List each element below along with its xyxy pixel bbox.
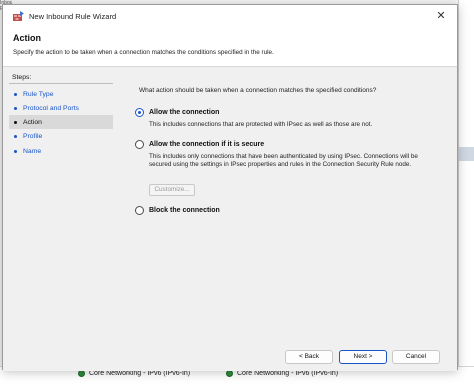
- steps-divider: [9, 83, 113, 84]
- allow-connection-radio[interactable]: [135, 108, 144, 117]
- enabled-check-icon: [78, 370, 85, 377]
- steps-panel: Steps: Rule Type Protocol and Ports Acti…: [3, 67, 115, 371]
- wizard-body: Steps: Rule Type Protocol and Ports Acti…: [3, 67, 457, 371]
- step-rule-type[interactable]: Rule Type: [9, 87, 113, 101]
- next-button[interactable]: Next >: [339, 350, 387, 364]
- steps-title: Steps:: [12, 74, 32, 81]
- allow-secure-connection-radio[interactable]: [135, 140, 144, 149]
- step-protocol-and-ports[interactable]: Protocol and Ports: [9, 101, 113, 115]
- page-title: Action: [13, 33, 41, 43]
- background-rule-label: Core Networking - IPv6 (IPv6-In): [237, 370, 339, 377]
- background-rule-label: Core Networking - IPv6 (IPv6-In): [89, 370, 191, 377]
- background-rule-row: Core Networking - IPv6 (IPv6-In): [226, 370, 338, 377]
- cancel-button[interactable]: Cancel: [392, 350, 440, 364]
- step-label: Protocol and Ports: [23, 104, 79, 112]
- close-button[interactable]: ✕: [435, 10, 447, 22]
- action-question: What action should be taken when a conne…: [139, 87, 377, 94]
- enabled-check-icon: [226, 370, 233, 377]
- page-header: Action Specify the action to be taken wh…: [3, 27, 457, 67]
- page-description: Specify the action to be taken when a co…: [13, 49, 274, 56]
- firewall-wizard-icon: [13, 11, 24, 21]
- wizard-window: New Inbound Rule Wizard ✕ Action Specify…: [2, 4, 458, 371]
- option-description: This includes only connections that have…: [149, 153, 418, 168]
- option-label: Allow the connection if it is secure: [149, 141, 265, 148]
- bullet-icon: [14, 149, 17, 153]
- background-selected-row: [459, 147, 474, 161]
- bullet-icon: [14, 134, 17, 138]
- customize-button[interactable]: Customize...: [149, 184, 195, 196]
- step-label: Profile: [23, 132, 43, 140]
- background-rules-pane: [458, 0, 474, 384]
- option-description: This includes connections that are prote…: [149, 121, 373, 128]
- step-profile[interactable]: Profile: [9, 129, 113, 143]
- step-name[interactable]: Name: [9, 144, 113, 158]
- option-label: Block the connection: [149, 207, 220, 214]
- step-label: Action: [23, 118, 42, 126]
- option-label: Allow the connection: [149, 109, 220, 116]
- back-button[interactable]: < Back: [285, 350, 333, 364]
- window-title: New Inbound Rule Wizard: [29, 12, 117, 21]
- background-rule-row: Core Networking - IPv6 (IPv6-In): [78, 370, 190, 377]
- block-connection-radio[interactable]: [135, 206, 144, 215]
- step-action[interactable]: Action: [9, 115, 113, 129]
- block-connection-option[interactable]: Block the connection: [135, 206, 220, 215]
- bullet-icon: [14, 120, 17, 124]
- title-bar[interactable]: New Inbound Rule Wizard ✕: [3, 5, 457, 27]
- action-content: What action should be taken when a conne…: [129, 67, 449, 371]
- allow-secure-connection-option[interactable]: Allow the connection if it is secure: [135, 140, 264, 149]
- allow-connection-option[interactable]: Allow the connection: [135, 108, 219, 117]
- close-icon: ✕: [436, 10, 446, 22]
- bullet-icon: [14, 106, 17, 110]
- step-label: Name: [23, 147, 42, 155]
- bullet-icon: [14, 92, 17, 96]
- step-label: Rule Type: [23, 90, 54, 98]
